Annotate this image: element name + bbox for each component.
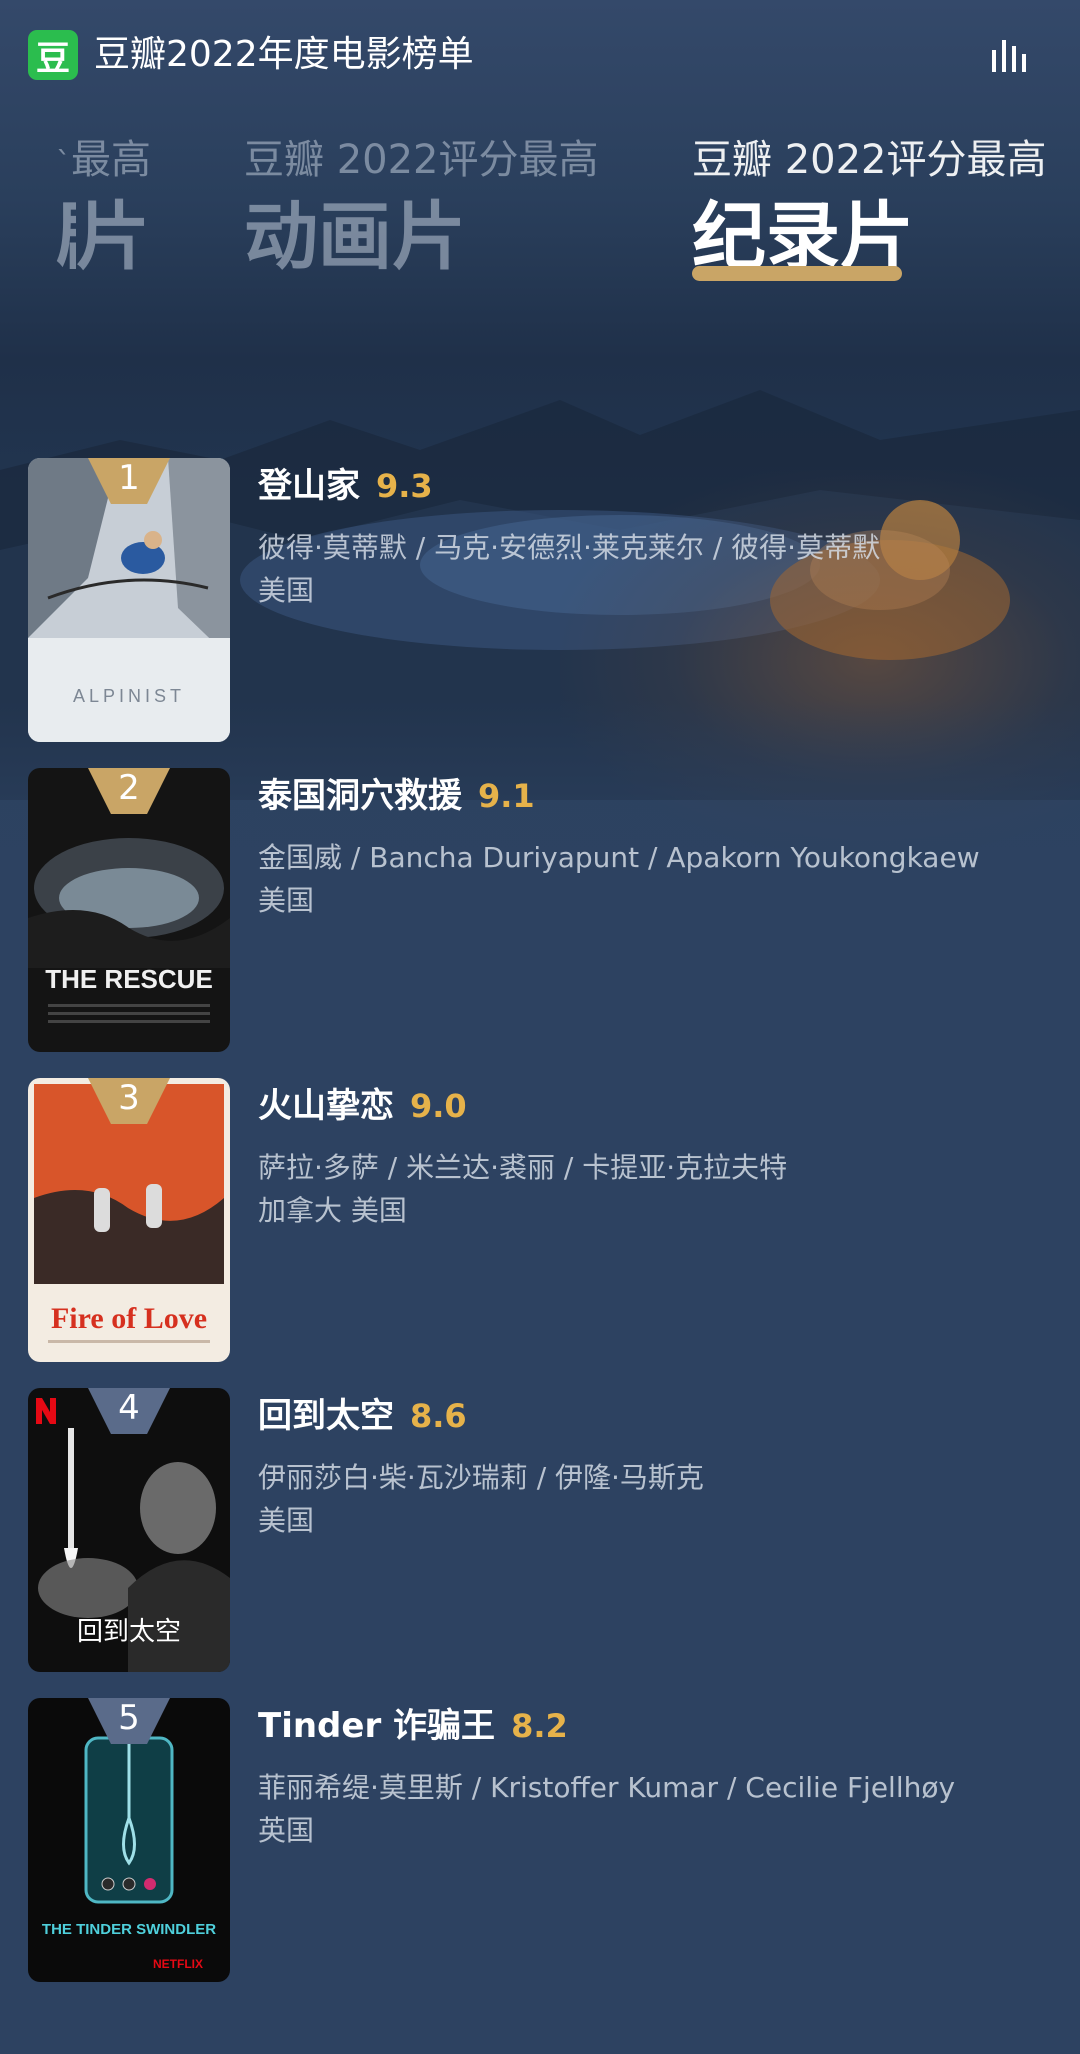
movie-score: 9.1 <box>478 777 535 815</box>
tab-previous[interactable]: `最高 剧片 <box>56 130 151 282</box>
tab-title: 动画片 <box>244 194 466 280</box>
movie-poster[interactable]: THE RESCUE 2 <box>28 768 230 1052</box>
svg-text:ALPINIST: ALPINIST <box>73 686 185 706</box>
movie-poster[interactable]: Fire of Love 3 <box>28 1078 230 1362</box>
svg-text:回到太空: 回到太空 <box>77 1617 181 1647</box>
movie-poster[interactable]: THE TINDER SWINDLER NETFLIX 5 <box>28 1698 230 1982</box>
movie-title[interactable]: 回到太空 <box>258 1396 394 1436</box>
bar-chart-icon[interactable] <box>990 36 1030 72</box>
tab-animation[interactable]: 豆瓣 2022评分最高 动画片 <box>244 130 599 282</box>
svg-text:THE RESCUE: THE RESCUE <box>45 964 213 994</box>
movie-people: 彼得·莫蒂默 / 马克·安德烈·莱克莱尔 / 彼得·莫蒂默 <box>258 531 881 564</box>
tab-documentary[interactable]: 豆瓣 2022评分最高 纪录片 <box>692 130 1047 282</box>
tab-subtitle: `最高 <box>56 137 151 183</box>
category-tabs: `最高 剧片 豆瓣 2022评分最高 动画片 豆瓣 2022评分最高 纪录片 <box>0 130 1080 290</box>
movie-title[interactable]: 登山家 <box>258 466 360 506</box>
movie-list: ALPINIST 1 登山家 9.3 彼得·莫蒂默 / 马克·安德烈·莱克莱尔 /… <box>0 458 1080 2008</box>
movie-score: 9.3 <box>376 467 433 505</box>
page-title: 豆瓣2022年度电影榜单 <box>94 34 474 75</box>
movie-score: 8.6 <box>410 1397 467 1435</box>
movie-country: 美国 <box>258 574 315 607</box>
rank-badge: 3 <box>88 1078 170 1124</box>
list-item[interactable]: Fire of Love 3 火山挚恋 9.0 萨拉·多萨 / 米兰达·裘丽 / … <box>0 1078 1080 1388</box>
rank-badge: 2 <box>88 768 170 814</box>
top-bar: 豆 豆瓣2022年度电影榜单 <box>0 0 1080 104</box>
movie-info: 回到太空 8.6 伊丽莎白·柴·瓦沙瑞莉 / 伊隆·马斯克 美国 <box>258 1388 1058 1542</box>
douban-logo[interactable]: 豆 <box>28 30 78 80</box>
movie-country: 英国 <box>258 1814 315 1847</box>
movie-poster[interactable]: 回到太空 4 <box>28 1388 230 1672</box>
list-item[interactable]: 回到太空 4 回到太空 8.6 伊丽莎白·柴·瓦沙瑞莉 / 伊隆·马斯克 美国 <box>0 1388 1080 1698</box>
svg-text:NETFLIX: NETFLIX <box>153 1957 203 1971</box>
active-tab-indicator <box>692 266 902 281</box>
list-item[interactable]: THE TINDER SWINDLER NETFLIX 5 Tinder 诈骗王… <box>0 1698 1080 2008</box>
movie-score: 8.2 <box>511 1707 568 1745</box>
tab-subtitle: 豆瓣 2022评分最高 <box>692 137 1047 183</box>
movie-info: 火山挚恋 9.0 萨拉·多萨 / 米兰达·裘丽 / 卡提亚·克拉夫特 加拿大 美国 <box>258 1078 1058 1232</box>
movie-score: 9.0 <box>410 1087 467 1125</box>
rank-badge: 1 <box>88 458 170 504</box>
movie-country: 加拿大 美国 <box>258 1194 407 1227</box>
movie-country: 美国 <box>258 884 315 917</box>
movie-country: 美国 <box>258 1504 315 1537</box>
movie-people: 金国威 / Bancha Duriyapunt / Apakorn Youkon… <box>258 841 980 874</box>
list-item[interactable]: ALPINIST 1 登山家 9.3 彼得·莫蒂默 / 马克·安德烈·莱克莱尔 /… <box>0 458 1080 768</box>
movie-people: 伊丽莎白·柴·瓦沙瑞莉 / 伊隆·马斯克 <box>258 1461 704 1494</box>
rank-badge: 5 <box>88 1698 170 1744</box>
movie-title[interactable]: 火山挚恋 <box>258 1086 394 1126</box>
tab-subtitle: 豆瓣 2022评分最高 <box>244 137 599 183</box>
movie-poster[interactable]: ALPINIST 1 <box>28 458 230 742</box>
svg-text:Fire of Love: Fire of Love <box>51 1302 207 1335</box>
movie-people: 萨拉·多萨 / 米兰达·裘丽 / 卡提亚·克拉夫特 <box>258 1151 788 1184</box>
list-item[interactable]: THE RESCUE 2 泰国洞穴救援 9.1 金国威 / Bancha Duri… <box>0 768 1080 1078</box>
rank-badge: 4 <box>88 1388 170 1434</box>
movie-title[interactable]: Tinder 诈骗王 <box>258 1706 495 1746</box>
svg-text:THE TINDER SWINDLER: THE TINDER SWINDLER <box>42 1921 216 1938</box>
movie-info: 登山家 9.3 彼得·莫蒂默 / 马克·安德烈·莱克莱尔 / 彼得·莫蒂默 美国 <box>258 458 1058 612</box>
tab-title: 剧片 <box>56 194 150 280</box>
movie-title[interactable]: 泰国洞穴救援 <box>258 776 462 816</box>
movie-info: 泰国洞穴救援 9.1 金国威 / Bancha Duriyapunt / Apak… <box>258 768 1058 922</box>
movie-info: Tinder 诈骗王 8.2 菲丽希缇·莫里斯 / Kristoffer Kuma… <box>258 1698 1058 1852</box>
movie-people: 菲丽希缇·莫里斯 / Kristoffer Kumar / Cecilie Fj… <box>258 1771 956 1804</box>
